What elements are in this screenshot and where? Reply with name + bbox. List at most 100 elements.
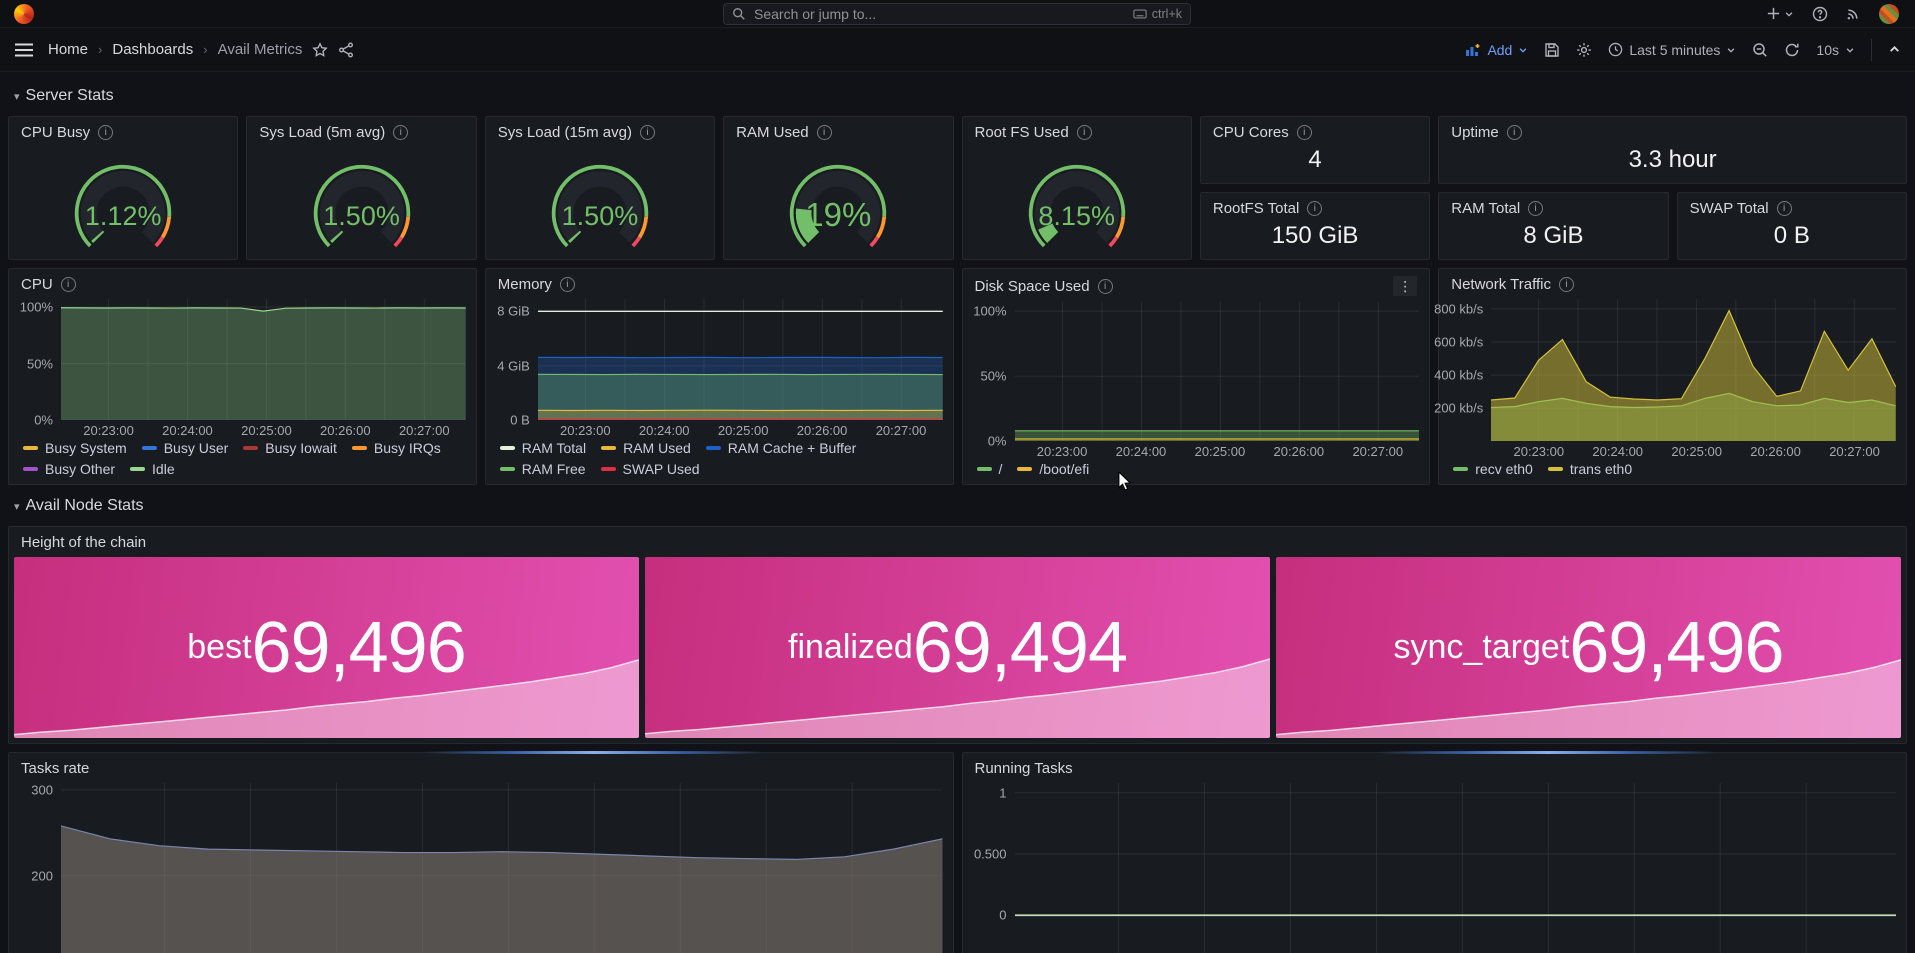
top-actions <box>1766 4 1905 24</box>
info-icon[interactable]: i <box>1528 201 1543 216</box>
info-icon[interactable]: i <box>560 277 575 292</box>
info-icon[interactable]: i <box>1559 277 1574 292</box>
zoom-out-icon[interactable] <box>1752 42 1768 58</box>
panel-title[interactable]: Root FS Used <box>975 124 1069 141</box>
panel-title[interactable]: Network Traffic <box>1451 276 1551 293</box>
legend-item[interactable]: recv eth0 <box>1453 461 1533 477</box>
info-icon[interactable]: i <box>61 277 76 292</box>
save-icon[interactable] <box>1544 42 1560 58</box>
news-button[interactable] <box>1846 6 1861 21</box>
panel-title[interactable]: SWAP Total <box>1690 200 1769 217</box>
panel-glow <box>424 751 764 754</box>
gear-icon[interactable] <box>1576 42 1592 58</box>
breadcrumb: Home › Dashboards › Avail Metrics <box>48 41 354 58</box>
info-icon[interactable]: i <box>1307 201 1322 216</box>
panel-title[interactable]: Memory <box>498 276 552 293</box>
breadcrumb-dashboards[interactable]: Dashboards <box>112 41 193 58</box>
panel-title[interactable]: CPU Cores <box>1213 124 1289 141</box>
panel-title[interactable]: Sys Load (5m avg) <box>259 124 385 141</box>
info-icon[interactable]: i <box>640 125 655 140</box>
stat-label: sync_target <box>1394 628 1570 667</box>
time-range-label: Last 5 minutes <box>1629 42 1720 58</box>
divider <box>1871 39 1872 61</box>
section-server-stats[interactable]: ▾ Server Stats <box>14 84 1903 108</box>
panel-title[interactable]: Sys Load (15m avg) <box>498 124 632 141</box>
disk-chart[interactable]: 100%50%0%20:23:0020:24:0020:25:0020:26:0… <box>963 298 1430 459</box>
section-title: Server Stats <box>26 87 114 105</box>
star-icon[interactable] <box>312 42 328 58</box>
info-icon[interactable]: i <box>1507 125 1522 140</box>
help-button[interactable] <box>1812 6 1828 22</box>
panel-title[interactable]: CPU Busy <box>21 124 90 141</box>
panel-uptime: Uptimei 3.3 hour <box>1438 116 1907 184</box>
legend-item[interactable]: SWAP Used <box>601 461 700 477</box>
dashboard-canvas: ▾ Server Stats CPU Busyi 1.12% Sys Load … <box>0 72 1915 953</box>
legend-item[interactable]: trans eth0 <box>1548 461 1632 477</box>
legend-item[interactable]: Busy User <box>142 440 229 456</box>
stat-sync-target[interactable]: sync_target 69,496 <box>1276 557 1901 738</box>
info-icon[interactable]: i <box>1098 279 1113 294</box>
shortcut-badge: ctrl+k <box>1133 7 1182 21</box>
panel-title[interactable]: Running Tasks <box>975 760 1073 777</box>
panel-menu-icon[interactable]: ⋮ <box>1393 276 1417 296</box>
legend-item[interactable]: / <box>977 461 1003 477</box>
tasks-rate-chart[interactable]: 3002001000 <box>9 779 953 953</box>
legend-item[interactable]: RAM Cache + Buffer <box>706 440 857 456</box>
stat-best[interactable]: best 69,496 <box>14 557 639 738</box>
time-range-picker[interactable]: Last 5 minutes <box>1608 42 1736 58</box>
info-icon[interactable]: i <box>98 125 113 140</box>
refresh-interval-label: 10s <box>1816 42 1839 58</box>
memory-chart[interactable]: 8 GiB4 GiB0 B20:23:0020:24:0020:25:0020:… <box>486 295 953 438</box>
running-tasks-chart[interactable]: 10.5000-0.500-1 <box>963 779 1907 953</box>
stat-value: 8 GiB <box>1439 219 1667 259</box>
search-placeholder: Search or jump to... <box>754 6 876 22</box>
breadcrumb-home[interactable]: Home <box>48 41 88 58</box>
panel-title[interactable]: Uptime <box>1451 124 1499 141</box>
chevron-up-icon[interactable] <box>1888 43 1901 56</box>
info-icon[interactable]: i <box>1077 125 1092 140</box>
menu-icon[interactable] <box>14 42 34 58</box>
legend-item[interactable]: /boot/efi <box>1017 461 1089 477</box>
legend-item[interactable]: Idle <box>130 461 175 477</box>
gauge-value: 1.50% <box>247 201 475 232</box>
legend-item[interactable]: RAM Free <box>500 461 586 477</box>
info-icon[interactable]: i <box>393 125 408 140</box>
legend-item[interactable]: Busy IRQs <box>352 440 441 456</box>
chevron-down-icon: ▾ <box>14 500 20 513</box>
panel-title[interactable]: RAM Used <box>736 124 809 141</box>
panel-title[interactable]: RootFS Total <box>1213 200 1299 217</box>
legend-item[interactable]: Busy Other <box>23 461 115 477</box>
share-icon[interactable] <box>338 42 354 58</box>
refresh-interval-picker[interactable]: 10s <box>1816 42 1855 58</box>
panel-title[interactable]: RAM Total <box>1451 200 1520 217</box>
panel-title[interactable]: CPU <box>21 276 53 293</box>
stat-finalized[interactable]: finalized 69,494 <box>645 557 1270 738</box>
chevron-down-icon <box>1784 9 1794 19</box>
avatar[interactable] <box>1879 4 1899 24</box>
section-avail-node-stats[interactable]: ▾ Avail Node Stats <box>14 494 1903 518</box>
info-icon[interactable]: i <box>817 125 832 140</box>
legend-item[interactable]: Busy System <box>23 440 127 456</box>
top-nav: Search or jump to... ctrl+k <box>0 0 1915 28</box>
panel-title[interactable]: Tasks rate <box>21 760 89 777</box>
legend-item[interactable]: RAM Used <box>601 440 691 456</box>
legend-item[interactable]: RAM Total <box>500 440 586 456</box>
add-button[interactable]: Add <box>1465 42 1528 58</box>
search-icon <box>732 7 746 21</box>
keyboard-icon <box>1133 8 1147 20</box>
stat-value: 0 B <box>1678 219 1906 259</box>
panel-title[interactable]: Height of the chain <box>21 534 146 551</box>
search-input[interactable]: Search or jump to... ctrl+k <box>723 3 1191 25</box>
cpu-chart[interactable]: 100%50%0%20:23:0020:24:0020:25:0020:26:0… <box>9 295 476 438</box>
new-button[interactable] <box>1766 6 1794 21</box>
refresh-icon[interactable] <box>1784 42 1800 58</box>
info-icon[interactable]: i <box>1297 125 1312 140</box>
info-icon[interactable]: i <box>1777 201 1792 216</box>
panel-title[interactable]: Disk Space Used <box>975 278 1090 295</box>
breadcrumb-separator: › <box>98 42 102 57</box>
grafana-logo[interactable] <box>14 4 34 24</box>
legend-item[interactable]: Busy Iowait <box>243 440 337 456</box>
row-timeseries: CPU i 100%50%0%20:23:0020:24:0020:25:0020… <box>8 268 1907 478</box>
breadcrumb-current: Avail Metrics <box>218 41 303 58</box>
network-chart[interactable]: 800 kb/s600 kb/s400 kb/s200 kb/s20:23:00… <box>1439 295 1906 459</box>
